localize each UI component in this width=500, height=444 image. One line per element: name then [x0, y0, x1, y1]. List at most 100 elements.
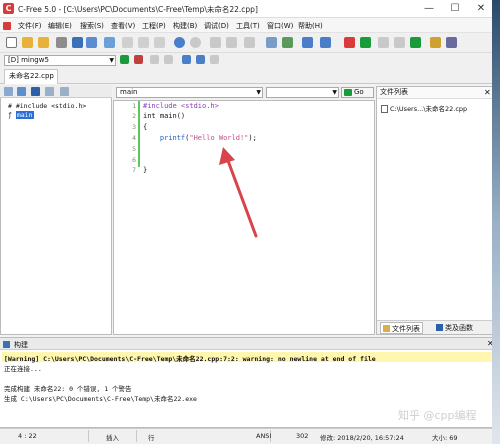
indent-icon[interactable]	[302, 37, 313, 48]
print-icon[interactable]	[104, 37, 115, 48]
watch-icon[interactable]	[196, 55, 205, 64]
tab-file-list[interactable]: 文件列表	[380, 322, 423, 334]
help-icon[interactable]	[430, 37, 441, 48]
build-output-line: 生成 C:\Users\PC\Documents\C-Free\Temp\未命名…	[4, 395, 197, 403]
copy-icon[interactable]	[138, 37, 149, 48]
maximize-button[interactable]: ☐	[442, 0, 468, 18]
class-view-icon[interactable]	[17, 87, 26, 96]
file-list-item[interactable]: C:\Users...\未命名22.cpp	[381, 103, 467, 113]
tree-item-main[interactable]: ƒ main	[8, 111, 34, 119]
menu-edit[interactable]: 编辑(E)	[48, 21, 72, 31]
outdent-icon[interactable]	[320, 37, 331, 48]
close-button[interactable]: ✕	[468, 0, 494, 18]
file-view-icon[interactable]	[31, 87, 40, 96]
close-paren: );	[248, 134, 257, 142]
debug-icon[interactable]	[182, 55, 191, 64]
size-value: 302	[296, 432, 309, 440]
tree-view-icon[interactable]	[4, 87, 13, 96]
file-size: 大小: 69	[432, 434, 458, 442]
menu-debug[interactable]: 调试(D)	[204, 21, 229, 31]
menu-file[interactable]: 文件(F)	[18, 21, 42, 31]
status-separator	[88, 430, 89, 442]
clean-icon[interactable]	[378, 37, 389, 48]
go-arrow-icon	[344, 89, 352, 96]
chevron-down-icon: ▼	[109, 57, 114, 64]
breakpoint-icon[interactable]	[210, 55, 219, 64]
tree-item-include[interactable]: # #include <stdio.h>	[8, 102, 86, 110]
compiler-value: [D] mingw5	[8, 56, 49, 64]
paste-icon[interactable]	[154, 37, 165, 48]
project-tree-pane	[0, 85, 112, 335]
window-title: C-Free 5.0 - [C:\Users\PC\Documents\C-Fr…	[18, 5, 258, 14]
play-icon[interactable]	[120, 55, 129, 64]
go-button-label: Go	[354, 88, 364, 96]
main-signature: int main()	[143, 112, 186, 120]
line-mode: 行	[148, 434, 155, 442]
menu-view[interactable]: 查看(V)	[111, 21, 135, 31]
close-icon[interactable]: ✕	[484, 87, 491, 98]
sort-icon[interactable]	[60, 87, 69, 96]
code-line-4: printf("Hello World!");	[143, 134, 257, 142]
title-bar: C C-Free 5.0 - [C:\Users\PC\Documents\C-…	[0, 0, 500, 18]
editor-tab-bar	[0, 67, 500, 84]
insert-mode: 插入	[106, 434, 119, 442]
new-file-icon[interactable]	[6, 37, 17, 48]
include-icon: #	[8, 102, 12, 110]
about-icon[interactable]	[446, 37, 457, 48]
menu-window[interactable]: 窗口(W)	[267, 21, 293, 31]
find-next-icon[interactable]	[244, 37, 255, 48]
step-over-icon[interactable]	[164, 55, 173, 64]
redo-icon[interactable]	[190, 37, 201, 48]
menu-tools[interactable]: 工具(T)	[236, 21, 260, 31]
code-line-1: #include <stdio.h>	[143, 102, 219, 110]
tab-file[interactable]: 未命名22.cpp	[4, 69, 58, 84]
compiler-select[interactable]: [D] mingw5 ▼	[4, 55, 116, 66]
filter-icon[interactable]	[45, 87, 54, 96]
replace-icon[interactable]	[226, 37, 237, 48]
menu-search[interactable]: 搜索(S)	[80, 21, 104, 31]
close-file-icon[interactable]	[56, 37, 67, 48]
build-icon[interactable]	[360, 37, 371, 48]
tab-file-list-label: 文件列表	[392, 325, 420, 333]
line-number: 5	[132, 145, 136, 153]
undo-icon[interactable]	[174, 37, 185, 48]
build-warning-line[interactable]: [Warning] C:\Users\PC\Documents\C-Free\T…	[4, 353, 376, 363]
build-output-line: 正在连接...	[4, 365, 42, 373]
menu-project[interactable]: 工程(P)	[142, 21, 166, 31]
function-icon: ƒ	[8, 111, 12, 119]
line-number: 1	[132, 102, 136, 110]
save-icon[interactable]	[72, 37, 83, 48]
member-select[interactable]: ▼	[266, 87, 339, 98]
line-number: 3	[132, 123, 136, 131]
doc-menu-icon[interactable]	[3, 22, 11, 30]
tree-item-include-label: #include <stdio.h>	[15, 102, 87, 110]
include-directive: #include <stdio.h>	[143, 102, 219, 110]
menu-help[interactable]: 帮助(H)	[298, 21, 323, 31]
desktop-background	[492, 0, 500, 444]
changed-lines-marker	[138, 101, 140, 167]
status-bar	[0, 428, 500, 444]
run-icon[interactable]	[410, 37, 421, 48]
watermark: 知乎 @cpp编程	[398, 409, 477, 422]
save-all-icon[interactable]	[86, 37, 97, 48]
settings-icon[interactable]	[394, 37, 405, 48]
line-number: 6	[132, 156, 136, 164]
tab-class-functions[interactable]: 类及函数	[434, 322, 475, 334]
cut-icon[interactable]	[122, 37, 133, 48]
chevron-down-icon: ▼	[256, 89, 261, 96]
stop-icon[interactable]	[134, 55, 143, 64]
menu-bar: 文件(F) 编辑(E) 搜索(S) 查看(V) 工程(P) 构建(B) 调试(D…	[0, 18, 500, 33]
find-icon[interactable]	[210, 37, 221, 48]
step-icon[interactable]	[150, 55, 159, 64]
open-folder-icon[interactable]	[22, 37, 33, 48]
project-view-icon[interactable]	[266, 37, 277, 48]
go-button[interactable]: Go	[341, 87, 374, 98]
open-project-icon[interactable]	[38, 37, 49, 48]
scope-select[interactable]: main ▼	[116, 87, 263, 98]
compile-icon[interactable]	[344, 37, 355, 48]
bookmark-icon[interactable]	[282, 37, 293, 48]
class-icon	[436, 324, 443, 331]
encoding: ANSI	[256, 432, 272, 440]
minimize-button[interactable]: —	[416, 0, 442, 18]
menu-build[interactable]: 构建(B)	[173, 21, 197, 31]
